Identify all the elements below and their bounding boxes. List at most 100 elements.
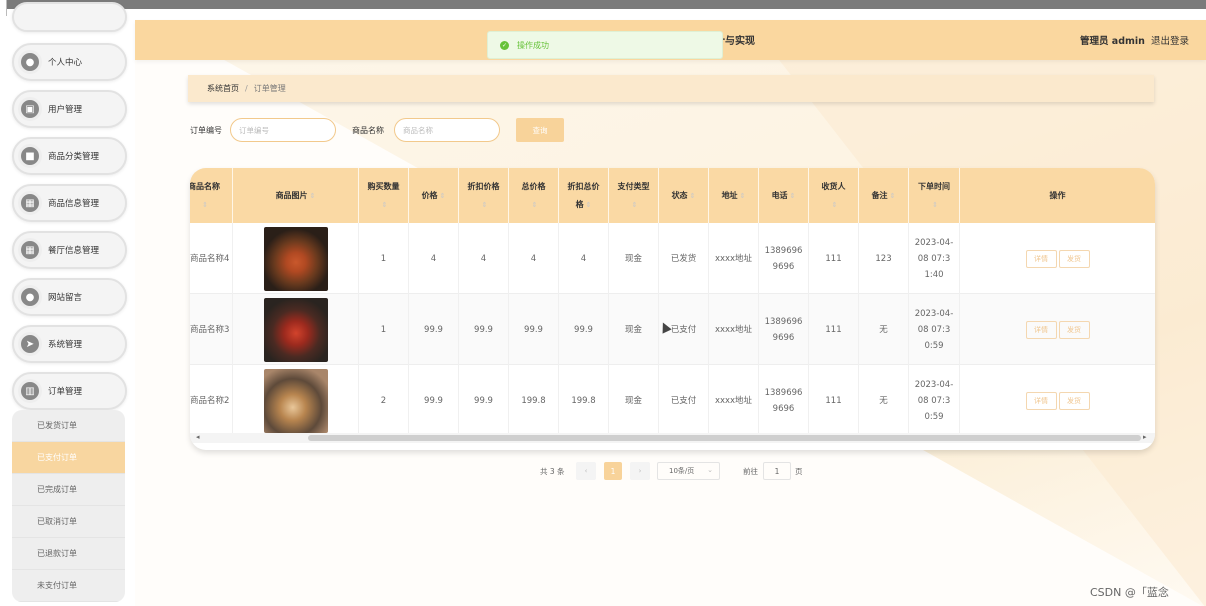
ship-button[interactable]: 发货 (1058, 391, 1090, 410)
page-size-select[interactable]: 10条/页 ⌄ (657, 462, 720, 480)
next-page-button[interactable]: › (630, 462, 650, 480)
col-label: 折扣总价格 (567, 181, 600, 209)
col-note[interactable]: 备注 ⇕ (859, 168, 909, 223)
detail-button[interactable]: 详情 (1025, 320, 1057, 339)
col-price[interactable]: 价格 ⇕ (409, 168, 459, 223)
cell-discount-total: 99.9 (559, 294, 609, 365)
breadcrumb: 系统首页 / 订单管理 (188, 75, 1154, 102)
col-total[interactable]: 总价格 ⇕ (509, 168, 559, 223)
check-circle-icon: ✓ (500, 40, 509, 50)
submenu-shipped[interactable]: 已发货订单 (12, 410, 125, 442)
sort-icon[interactable]: ⇕ (440, 187, 446, 205)
cell-phone: 13896969696 (759, 223, 809, 294)
cell-price: 99.9 (409, 294, 459, 365)
sort-icon[interactable]: ⇕ (532, 201, 538, 209)
col-actions: 操作 (1049, 190, 1066, 200)
col-pay-type[interactable]: 支付类型 ⇕ (609, 168, 659, 223)
cell-total: 199.8 (509, 365, 559, 436)
product-image (263, 368, 328, 433)
submenu-cancelled[interactable]: 已取消订单 (12, 506, 125, 538)
logout-link[interactable]: 退出登录 (1151, 33, 1189, 47)
table-row: 商品名称3 1 99.9 99.9 99.9 99.9 现金 已支付 xxxx地… (190, 294, 1155, 365)
cell-discount-price: 4 (459, 223, 509, 294)
product-name-input[interactable] (394, 118, 500, 142)
page-number-active[interactable]: 1 (604, 462, 622, 480)
col-discount-price[interactable]: 折扣价格 ⇕ (459, 168, 509, 223)
col-status[interactable]: 状态 ⇕ (659, 168, 709, 223)
submenu-unpaid[interactable]: 未支付订单 (12, 570, 125, 602)
top-bar (0, 0, 1206, 16)
sidebar-item-restaurants[interactable]: ▦ 餐厅信息管理 (12, 231, 127, 269)
sidebar-item-products[interactable]: ▦ 商品信息管理 (12, 184, 127, 222)
table-row: 商品名称2 2 99.9 99.9 199.8 199.8 现金 已支付 xxx… (190, 365, 1155, 436)
chevron-right-icon: › (638, 467, 642, 475)
col-address[interactable]: 地址 ⇕ (709, 168, 759, 223)
page-size-value: 10条/页 (669, 467, 695, 475)
submenu-completed[interactable]: 已完成订单 (12, 474, 125, 506)
sidebar-item-system[interactable]: ➤ 系统管理 (12, 325, 127, 363)
detail-button[interactable]: 详情 (1025, 249, 1057, 268)
goto-page-input[interactable]: 1 (763, 462, 791, 480)
sidebar-item-users[interactable]: ▣ 用户管理 (12, 90, 127, 128)
ship-button[interactable]: 发货 (1058, 249, 1090, 268)
cell-receiver: 111 (809, 365, 859, 436)
scrollbar-thumb[interactable] (308, 435, 1141, 441)
col-label: 商品图片 (275, 190, 308, 200)
breadcrumb-home[interactable]: 系统首页 (207, 83, 239, 94)
order-number-input[interactable] (230, 118, 336, 142)
submenu-refunded[interactable]: 已退款订单 (12, 538, 125, 570)
product-name-label: 商品名称 (352, 126, 384, 135)
cell-receiver: 111 (809, 223, 859, 294)
col-order-time[interactable]: 下单时间 ⇕ (909, 168, 960, 223)
cell-status: 已支付 (659, 365, 709, 436)
sort-icon[interactable]: ⇕ (482, 201, 488, 209)
cell-pay-type: 现金 (609, 365, 659, 436)
cell-phone: 13896969696 (759, 294, 809, 365)
cell-product-name: 商品名称2 (190, 365, 233, 436)
pagination-total: 共 3 条 (540, 467, 565, 476)
sidebar-item-label: 系统管理 (48, 340, 83, 350)
cell-address: xxxx地址 (709, 223, 759, 294)
scroll-left-icon[interactable]: ◂ (196, 433, 200, 441)
cell-product-image (233, 365, 359, 436)
cell-order-time: 2023-04-08 07:30:59 (909, 365, 960, 436)
cell-discount-total: 199.8 (559, 365, 609, 436)
sort-icon[interactable]: ⇕ (932, 201, 938, 209)
sort-icon[interactable]: ⇕ (890, 187, 896, 205)
col-phone[interactable]: 电话 ⇕ (759, 168, 809, 223)
col-product-image[interactable]: 商品图片 ⇕ (233, 168, 359, 223)
table-row: 商品名称4 1 4 4 4 4 现金 已发货 xxxx地址 1389696969… (190, 223, 1155, 294)
cell-note: 123 (859, 223, 909, 294)
sidebar-item-top[interactable] (12, 2, 127, 32)
sort-icon[interactable]: ⇕ (832, 201, 838, 209)
prev-page-button[interactable]: ‹ (576, 462, 596, 480)
sort-icon[interactable]: ⇕ (632, 201, 638, 209)
submenu-paid[interactable]: 已支付订单 (12, 442, 125, 474)
sort-icon[interactable]: ⇕ (382, 201, 388, 209)
col-label: 折扣价格 (467, 181, 500, 191)
horizontal-scrollbar[interactable]: ◂ ▸ (190, 433, 1155, 443)
sort-icon[interactable]: ⇕ (310, 187, 316, 205)
col-quantity[interactable]: 购买数量 ⇕ (359, 168, 409, 223)
breadcrumb-current: 订单管理 (253, 84, 286, 93)
search-button[interactable]: 查询 (516, 118, 564, 142)
detail-button[interactable]: 详情 (1025, 391, 1057, 410)
sort-icon[interactable]: ⇕ (690, 187, 696, 205)
sort-icon[interactable]: ⇕ (740, 187, 746, 205)
col-product-name[interactable]: 商品名称 ⇕ (190, 168, 233, 223)
sort-icon[interactable]: ⇕ (790, 187, 796, 205)
sort-icon[interactable]: ⇕ (202, 201, 208, 209)
ship-button[interactable]: 发货 (1058, 320, 1090, 339)
sidebar-item-orders[interactable]: ▥ 订单管理 (12, 372, 127, 410)
cell-product-name: 商品名称3 (190, 294, 233, 365)
cell-price: 4 (409, 223, 459, 294)
col-discount-total[interactable]: 折扣总价格 ⇕ (559, 168, 609, 223)
sidebar-item-categories[interactable]: ■ 商品分类管理 (12, 137, 127, 175)
scroll-right-icon[interactable]: ▸ (1143, 433, 1147, 441)
cell-quantity: 2 (359, 365, 409, 436)
sidebar-item-profile[interactable]: ● 个人中心 (12, 43, 127, 81)
chevron-left-icon: ‹ (584, 467, 588, 475)
sort-icon[interactable]: ⇕ (586, 201, 592, 209)
col-receiver[interactable]: 收货人 ⇕ (809, 168, 859, 223)
sidebar-item-messages[interactable]: ● 网站留言 (12, 278, 127, 316)
